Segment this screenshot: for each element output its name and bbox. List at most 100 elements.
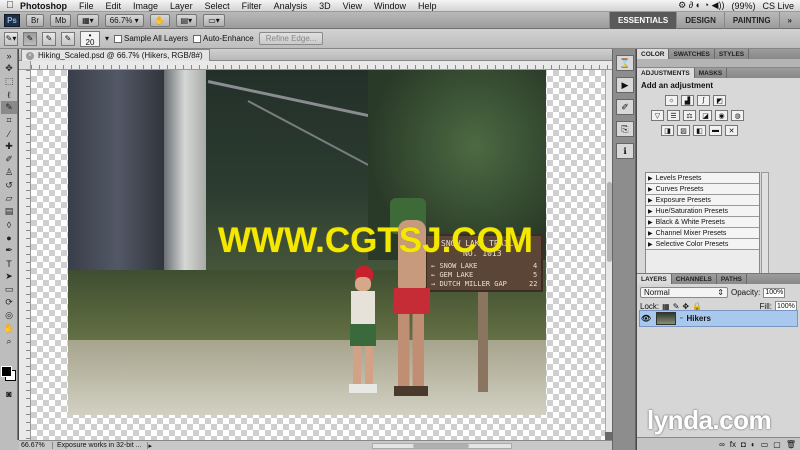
invert-icon[interactable]: ◨: [661, 125, 674, 136]
bridge-button[interactable]: Br: [26, 13, 44, 27]
layer-name[interactable]: Hikers: [686, 314, 710, 323]
blur-tool-icon[interactable]: ◊: [1, 218, 17, 231]
preset-exposure[interactable]: ▶ Exposure Presets: [646, 195, 759, 206]
zoom-level-menu[interactable]: 66.7% ▾: [104, 13, 144, 27]
workspace-essentials[interactable]: ESSENTIALS: [609, 11, 677, 29]
collapse-tools-icon[interactable]: »: [1, 49, 17, 62]
eyedropper-tool-icon[interactable]: ⁄: [1, 127, 17, 140]
exposure-icon[interactable]: ◩: [713, 95, 726, 106]
3d-camera-tool-icon[interactable]: ◎: [1, 309, 17, 322]
layer-row[interactable]: 👁 ▫ Hikers: [639, 310, 798, 327]
menu-help[interactable]: Help: [418, 1, 437, 11]
status-info[interactable]: Exposure works in 32-bit ...: [53, 442, 149, 449]
status-menu-icon[interactable]: ▸: [148, 442, 152, 450]
preset-levels[interactable]: ▶ Levels Presets: [646, 173, 759, 184]
preset-selective-color[interactable]: ▶ Selective Color Presets: [646, 239, 759, 250]
clone-stamp-tool-icon[interactable]: ♙: [1, 166, 17, 179]
clone-source-panel-icon[interactable]: ⎘: [616, 121, 634, 137]
sample-all-layers-checkbox[interactable]: Sample All Layers: [114, 34, 188, 43]
channel-mixer-icon[interactable]: ◍: [731, 110, 744, 121]
minibridge-button[interactable]: Mb: [50, 13, 72, 27]
arrange-documents-button[interactable]: ▤▾: [175, 13, 198, 27]
preset-channel-mixer[interactable]: ▶ Channel Mixer Presets: [646, 228, 759, 239]
apple-menu-icon[interactable]: : [0, 0, 20, 11]
actions-panel-icon[interactable]: ▶: [616, 77, 634, 93]
menu-filter[interactable]: Filter: [242, 1, 262, 11]
brush-tool-icon[interactable]: ✐: [1, 153, 17, 166]
menu-analysis[interactable]: Analysis: [274, 1, 308, 11]
tool-preset-picker[interactable]: ✎▾: [4, 31, 18, 46]
scroll-thumb[interactable]: [413, 443, 469, 448]
gradient-map-icon[interactable]: ▬: [709, 125, 722, 136]
ruler-origin[interactable]: [19, 61, 31, 70]
marquee-tool-icon[interactable]: ⬚: [1, 75, 17, 88]
threshold-icon[interactable]: ◧: [693, 125, 706, 136]
workspace-design[interactable]: DESIGN: [676, 11, 724, 29]
black-white-icon[interactable]: ◪: [699, 110, 712, 121]
tab-channels[interactable]: CHANNELS: [672, 274, 717, 284]
eraser-tool-icon[interactable]: ▱: [1, 192, 17, 205]
cslive-menu[interactable]: CS Live: [762, 1, 794, 11]
brightness-contrast-icon[interactable]: ☼: [665, 95, 678, 106]
link-layers-icon[interactable]: ∞: [719, 440, 725, 449]
preset-black-white[interactable]: ▶ Black & White Presets: [646, 217, 759, 228]
tab-layers[interactable]: LAYERS: [637, 274, 672, 284]
opacity-field[interactable]: 100%: [763, 287, 786, 298]
blend-mode-select[interactable]: Normal ⇕: [640, 287, 728, 298]
canvas[interactable]: SNOW LAKE TRAIL NO. 1013 ← SNOW LAKE 4 ←…: [31, 70, 605, 440]
workspace-more[interactable]: »: [778, 11, 800, 29]
quick-mask-icon[interactable]: ◙: [1, 387, 17, 400]
vibrance-icon[interactable]: ▽: [651, 110, 664, 121]
app-menu[interactable]: Photoshop: [20, 1, 67, 11]
history-panel-icon[interactable]: ⌛: [616, 55, 634, 71]
hand-tool-icon[interactable]: ✋: [1, 322, 17, 335]
tab-adjustments[interactable]: ADJUSTMENTS: [637, 68, 695, 78]
healing-brush-tool-icon[interactable]: ✚: [1, 140, 17, 153]
levels-icon[interactable]: ▟: [681, 95, 694, 106]
lasso-tool-icon[interactable]: ℓ: [1, 88, 17, 101]
visibility-eye-icon[interactable]: 👁: [640, 314, 652, 323]
horizontal-ruler[interactable]: [31, 61, 612, 70]
3d-rotate-tool-icon[interactable]: ⟳: [1, 296, 17, 309]
tab-styles[interactable]: STYLES: [715, 49, 750, 59]
trash-icon[interactable]: 🗑: [786, 440, 796, 449]
workspace-painting[interactable]: PAINTING: [723, 11, 779, 29]
new-group-icon[interactable]: ▭: [761, 440, 769, 449]
refine-edge-button[interactable]: Refine Edge...: [258, 32, 324, 45]
tab-masks[interactable]: MASKS: [695, 68, 728, 78]
vertical-ruler[interactable]: [19, 70, 31, 440]
type-tool-icon[interactable]: T: [1, 257, 17, 270]
color-balance-icon[interactable]: ⚖: [683, 110, 696, 121]
tab-paths[interactable]: PATHS: [717, 274, 747, 284]
photo-filter-icon[interactable]: ◉: [715, 110, 728, 121]
gradient-tool-icon[interactable]: ▤: [1, 205, 17, 218]
document-tab[interactable]: × Hiking_Scaled.psd @ 66.7% (Hikers, RGB…: [21, 49, 210, 61]
curves-icon[interactable]: ∫: [697, 95, 710, 106]
preset-hue-saturation[interactable]: ▶ Hue/Saturation Presets: [646, 206, 759, 217]
dodge-tool-icon[interactable]: ●: [1, 231, 17, 244]
menu-window[interactable]: Window: [374, 1, 406, 11]
menu-edit[interactable]: Edit: [106, 1, 122, 11]
zoom-tool-icon[interactable]: ⌕: [1, 335, 17, 348]
crop-tool-icon[interactable]: ⌗: [1, 114, 17, 127]
tab-swatches[interactable]: SWATCHES: [669, 49, 715, 59]
status-zoom-field[interactable]: 66.67%: [19, 442, 53, 449]
menu-image[interactable]: Image: [133, 1, 158, 11]
menu-layer[interactable]: Layer: [170, 1, 193, 11]
add-mask-icon[interactable]: ◘: [741, 440, 746, 449]
preset-curves[interactable]: ▶ Curves Presets: [646, 184, 759, 195]
new-selection-button[interactable]: ✎: [23, 31, 37, 46]
menu-select[interactable]: Select: [205, 1, 230, 11]
pen-tool-icon[interactable]: ✒: [1, 244, 17, 257]
view-extras-button[interactable]: ▦▾: [77, 13, 99, 27]
tab-color[interactable]: COLOR: [637, 49, 670, 59]
path-selection-tool-icon[interactable]: ➤: [1, 270, 17, 283]
move-tool-icon[interactable]: ✥: [1, 62, 17, 75]
brushes-panel-icon[interactable]: ✐: [616, 99, 634, 115]
menu-view[interactable]: View: [343, 1, 362, 11]
quick-selection-tool-icon[interactable]: ✎: [1, 101, 17, 114]
menu-3d[interactable]: 3D: [319, 1, 331, 11]
subtract-selection-button[interactable]: ✎: [61, 31, 75, 46]
add-to-selection-button[interactable]: ✎: [42, 31, 56, 46]
foreground-color-swatch[interactable]: [1, 366, 12, 377]
